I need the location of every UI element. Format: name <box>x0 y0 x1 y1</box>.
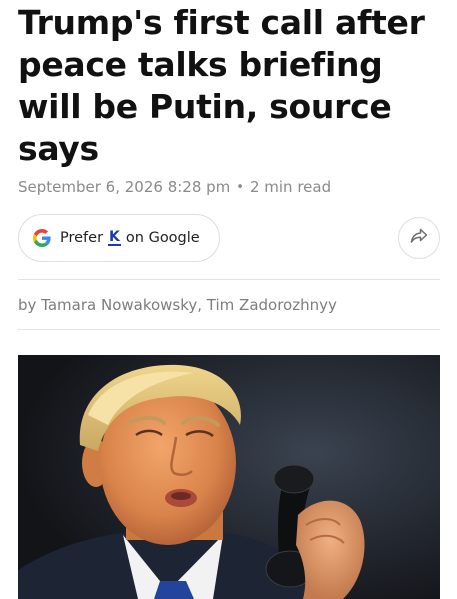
article: Trump's first call after peace talks bri… <box>0 0 457 599</box>
share-button[interactable] <box>398 217 440 259</box>
headline: Trump's first call after peace talks bri… <box>18 3 425 168</box>
prefer-on-google-button[interactable]: Prefer K on Google <box>18 214 220 262</box>
article-meta: September 6, 2026 8:28 pm • 2 min read <box>18 178 331 196</box>
article-photo <box>18 355 440 599</box>
share-arrow-icon <box>410 228 428 249</box>
prefer-suffix: on Google <box>125 230 200 246</box>
brand-logo: K <box>108 229 121 246</box>
divider-top <box>18 279 440 280</box>
prefer-label: Prefer K on Google <box>60 230 200 246</box>
byline: by Tamara Nowakowsky, Tim Zadorozhnyy <box>18 296 337 314</box>
publish-date: September 6, 2026 8:28 pm <box>18 178 231 196</box>
read-time: 2 min read <box>249 178 332 196</box>
meta-separator: • <box>236 180 244 195</box>
prefer-prefix: Prefer <box>60 230 104 246</box>
divider-bottom <box>18 329 440 330</box>
google-g-icon <box>33 229 51 247</box>
